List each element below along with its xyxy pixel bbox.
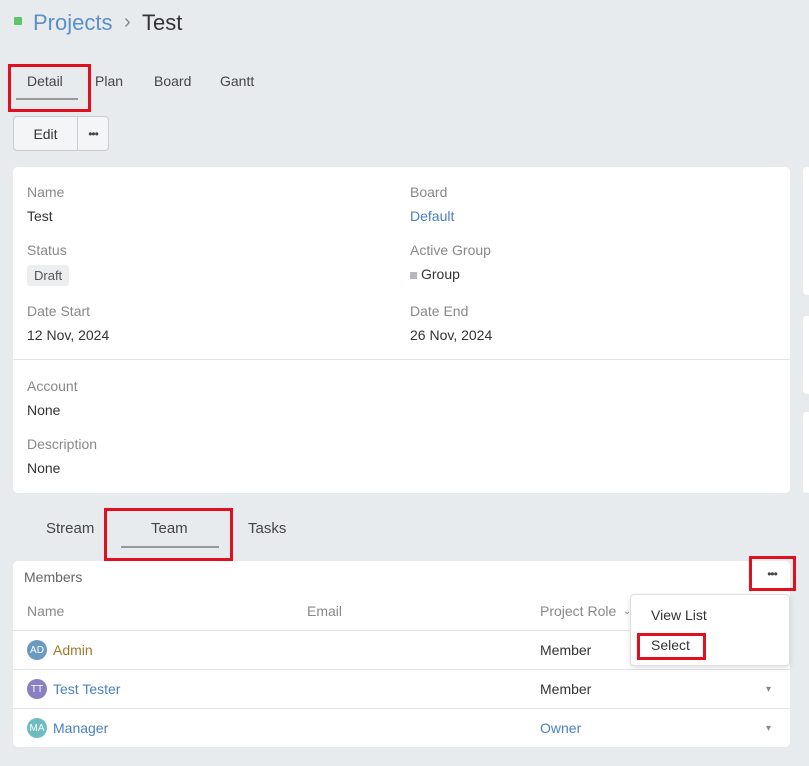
breadcrumb-separator-icon: › — [124, 11, 131, 33]
side-panel-edge — [803, 316, 809, 394]
tab-gantt[interactable]: Gantt — [220, 73, 254, 89]
avatar: MA — [27, 718, 47, 738]
status-badge: Draft — [27, 265, 70, 286]
active-group-text: Group — [421, 266, 460, 282]
members-title: Members — [24, 569, 83, 585]
row-divider — [13, 708, 790, 709]
status-label: Status — [27, 242, 67, 258]
row-dropdown-caret-icon[interactable]: ▾ — [766, 723, 771, 734]
project-status-dot — [14, 17, 22, 25]
highlight-box-more — [749, 556, 796, 591]
description-label: Description — [27, 436, 98, 452]
side-panel-edge — [803, 167, 809, 295]
section-divider — [13, 359, 790, 360]
side-panel-edge — [803, 412, 809, 493]
member-name-link[interactable]: Admin — [53, 642, 93, 658]
more-actions-button[interactable]: ••• — [78, 117, 108, 150]
page-title: Test — [142, 10, 183, 35]
tab-plan[interactable]: Plan — [95, 73, 123, 89]
breadcrumb-projects-link[interactable]: Projects — [33, 10, 112, 36]
row-dropdown-caret-icon[interactable]: ▾ — [766, 684, 771, 695]
account-value: None — [27, 402, 61, 418]
description-value: None — [27, 460, 61, 476]
highlight-box-select — [637, 633, 706, 660]
member-role: Owner — [540, 720, 582, 736]
date-end-value: 26 Nov, 2024 — [410, 327, 493, 343]
column-header-name[interactable]: Name — [27, 603, 64, 619]
member-name-link[interactable]: Manager — [53, 720, 108, 736]
date-start-label: Date Start — [27, 303, 91, 319]
avatar: TT — [27, 679, 47, 699]
date-end-label: Date End — [410, 303, 469, 319]
tab-stream[interactable]: Stream — [46, 520, 94, 537]
board-link[interactable]: Default — [410, 208, 454, 224]
menu-item-view-list[interactable]: View List — [651, 607, 707, 623]
member-role: Member — [540, 681, 592, 697]
tab-board[interactable]: Board — [154, 73, 191, 89]
active-group-label: Active Group — [410, 242, 491, 258]
record-actions: Edit ••• — [13, 116, 109, 151]
active-group-value: Group — [410, 266, 460, 282]
edit-button[interactable]: Edit — [14, 117, 78, 150]
member-role: Member — [540, 642, 592, 658]
detail-panel — [13, 167, 790, 493]
tab-tasks[interactable]: Tasks — [248, 520, 286, 537]
column-header-email[interactable]: Email — [307, 603, 342, 619]
row-divider — [13, 669, 790, 670]
highlight-box-detail — [8, 64, 91, 112]
group-square-icon — [410, 271, 417, 279]
highlight-box-team — [104, 508, 233, 561]
avatar: AD — [27, 640, 47, 660]
column-header-role[interactable]: Project Role — [540, 603, 616, 619]
name-value: Test — [27, 208, 53, 224]
date-start-value: 12 Nov, 2024 — [27, 327, 110, 343]
name-label: Name — [27, 184, 65, 200]
board-label: Board — [410, 184, 448, 200]
member-name-link[interactable]: Test Tester — [53, 681, 120, 697]
account-label: Account — [27, 378, 78, 394]
